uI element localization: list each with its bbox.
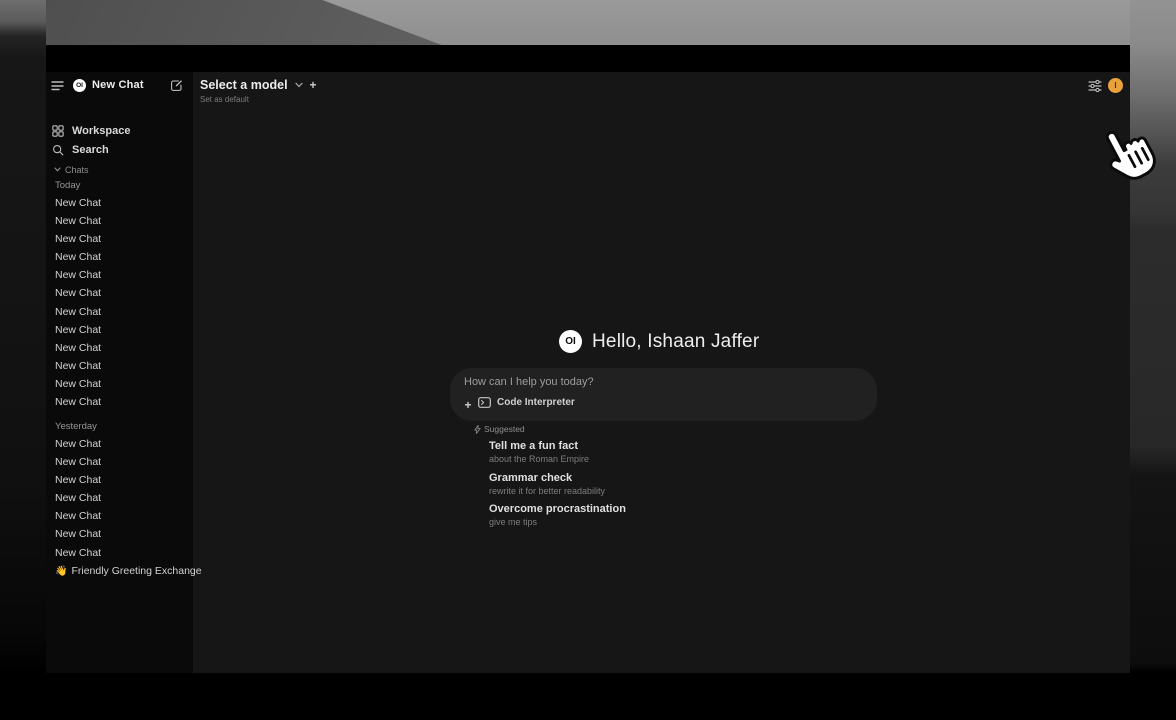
chat-list-item[interactable]: New Chat <box>55 474 101 486</box>
chat-group-label-today: Today <box>55 180 80 191</box>
chat-list-item[interactable]: New Chat <box>55 396 101 408</box>
model-selector-label: Select a model <box>200 78 288 92</box>
suggested-prompt[interactable]: Tell me a fun fact about the Roman Empir… <box>489 440 589 464</box>
chat-list-item[interactable]: New Chat <box>55 215 101 227</box>
prompt-subtitle: rewrite it for better readability <box>489 486 605 496</box>
sidebar-header-new-chat[interactable]: OI New Chat <box>73 76 144 94</box>
chat-list-item[interactable]: New Chat <box>55 269 101 281</box>
prompt-subtitle: about the Roman Empire <box>489 454 589 464</box>
suggested-prompt[interactable]: Overcome procrastination give me tips <box>489 503 626 527</box>
prompt-title: Overcome procrastination <box>489 503 626 515</box>
code-interpreter-icon <box>478 397 491 408</box>
backdrop-right-strip <box>1130 0 1176 720</box>
chat-list-item[interactable]: New Chat <box>55 360 101 372</box>
chevron-down-icon <box>295 82 303 88</box>
chat-list-item[interactable]: New Chat <box>55 324 101 336</box>
message-composer[interactable]: + Code Interpreter <box>450 368 877 421</box>
chat-list-item[interactable]: New Chat <box>55 456 101 468</box>
set-as-default-link[interactable]: Set as default <box>200 95 249 104</box>
new-chat-compose-button[interactable] <box>170 78 183 92</box>
chat-list-item[interactable]: New Chat <box>55 378 101 390</box>
chat-list-item[interactable]: New Chat <box>55 510 101 522</box>
model-selector[interactable]: Select a model + <box>200 78 317 92</box>
chats-section-header[interactable]: Chats <box>54 163 89 176</box>
chat-list-item-friendly-greeting[interactable]: 👋 Friendly Greeting Exchange <box>55 565 202 577</box>
sidebar-toggle-button[interactable] <box>51 78 64 92</box>
sidebar: OI New Chat Workspace Search Chats <box>46 72 193 673</box>
chat-list-item[interactable]: New Chat <box>55 233 101 245</box>
chat-list-item[interactable]: New Chat <box>55 438 101 450</box>
greeting-row: OI Hello, Ishaan Jaffer <box>559 330 759 353</box>
workspace-label: Workspace <box>72 125 131 137</box>
bolt-icon <box>474 425 481 434</box>
sidebar-item-search[interactable]: Search <box>52 142 109 158</box>
prompt-subtitle: give me tips <box>489 517 626 527</box>
chat-list-item[interactable]: New Chat <box>55 251 101 263</box>
chat-list-item[interactable]: New Chat <box>55 342 101 354</box>
chat-title: Friendly Greeting Exchange <box>71 565 201 577</box>
app-window: OI New Chat Workspace Search Chats <box>46 45 1130 673</box>
backdrop-top-band <box>46 0 1130 45</box>
user-avatar[interactable]: I <box>1108 78 1123 93</box>
suggested-prompt[interactable]: Grammar check rewrite it for better read… <box>489 472 605 496</box>
window-top-strip <box>46 45 1130 72</box>
chat-list-item[interactable]: New Chat <box>55 492 101 504</box>
prompt-title: Tell me a fun fact <box>489 440 589 452</box>
chat-list-item[interactable]: New Chat <box>55 528 101 540</box>
add-model-button[interactable]: + <box>310 79 317 91</box>
openwebui-logo-icon: OI <box>559 330 582 353</box>
chevron-down-icon <box>54 167 61 172</box>
chat-list-item[interactable]: New Chat <box>55 287 101 299</box>
message-input[interactable] <box>464 376 764 388</box>
greeting-text: Hello, Ishaan Jaffer <box>592 331 759 353</box>
controls-settings-button[interactable] <box>1088 79 1102 93</box>
suggested-label: Suggested <box>484 424 525 434</box>
workspace-grid-icon <box>52 125 64 137</box>
backdrop-left-strip <box>0 0 46 720</box>
chat-group-label-yesterday: Yesterday <box>55 421 97 432</box>
plus-icon: + <box>464 399 471 411</box>
chat-list-item[interactable]: New Chat <box>55 306 101 318</box>
chat-list-item[interactable]: New Chat <box>55 197 101 209</box>
chat-list-item[interactable]: New Chat <box>55 547 101 559</box>
attach-button[interactable]: + <box>460 397 476 413</box>
search-label: Search <box>72 144 109 156</box>
compose-icon <box>170 79 183 92</box>
sliders-icon <box>1088 79 1102 93</box>
sidebar-title: New Chat <box>92 79 144 91</box>
wave-emoji-icon: 👋 <box>55 566 67 577</box>
prompt-title: Grammar check <box>489 472 605 484</box>
code-interpreter-label: Code Interpreter <box>497 397 575 408</box>
suggested-header: Suggested <box>474 424 525 434</box>
hamburger-icon <box>51 80 64 91</box>
chats-section-label: Chats <box>65 165 89 175</box>
search-icon <box>52 144 64 156</box>
sidebar-item-workspace[interactable]: Workspace <box>52 123 131 139</box>
code-interpreter-toggle[interactable]: Code Interpreter <box>478 397 575 408</box>
openwebui-logo-icon: OI <box>73 79 86 92</box>
backdrop-diagonal-shape <box>46 0 1130 45</box>
